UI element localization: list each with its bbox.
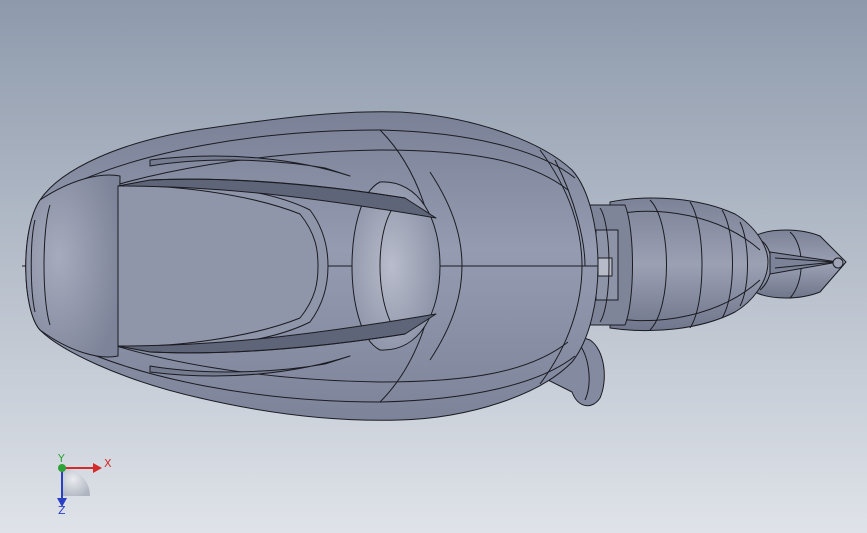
- x-axis-label: X: [104, 457, 112, 470]
- graphics-viewport[interactable]: X Y Z: [0, 0, 867, 533]
- y-axis-label: Y: [57, 452, 65, 465]
- nose-cap[interactable]: [25, 174, 121, 358]
- top-cowl[interactable]: [117, 183, 329, 349]
- z-axis-label: Z: [58, 504, 66, 517]
- model-view[interactable]: X Y Z: [0, 0, 867, 533]
- y-axis-dot: [58, 464, 66, 472]
